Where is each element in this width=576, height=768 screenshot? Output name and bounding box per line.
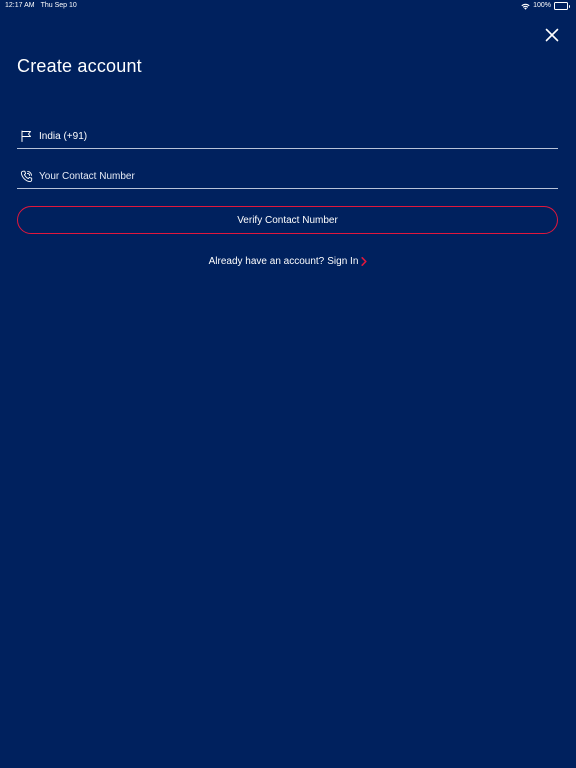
signin-link-label: Sign In (327, 256, 359, 267)
flag-icon (19, 129, 33, 143)
battery-tip (569, 4, 570, 8)
close-button[interactable] (544, 27, 560, 43)
country-selector[interactable]: India (+91) (17, 124, 558, 149)
signin-link[interactable]: Sign In (327, 256, 367, 267)
status-right: 100% (521, 0, 570, 12)
chevron-right-icon (361, 257, 367, 266)
status-date: Thu Sep 10 (40, 2, 77, 9)
wifi-icon (521, 3, 530, 10)
signin-prompt: Already have an account? (208, 256, 325, 267)
battery-percent: 100% (533, 2, 551, 9)
phone-field (17, 164, 558, 189)
status-time: 12:17 AM (5, 2, 35, 9)
signin-row: Already have an account? Sign In (0, 256, 576, 267)
phone-icon (19, 169, 33, 183)
page-title: Create account (17, 56, 142, 76)
close-icon (545, 28, 559, 42)
verify-contact-button[interactable]: Verify Contact Number (17, 206, 558, 234)
status-left: 12:17 AM Thu Sep 10 (5, 0, 77, 12)
country-value: India (+91) (39, 130, 88, 142)
phone-input[interactable] (39, 170, 519, 182)
status-bar: 12:17 AM Thu Sep 10 100% (0, 0, 576, 12)
create-account-screen: 12:17 AM Thu Sep 10 100% Create account (0, 0, 576, 768)
battery-body (554, 2, 568, 10)
battery-icon (554, 2, 570, 10)
